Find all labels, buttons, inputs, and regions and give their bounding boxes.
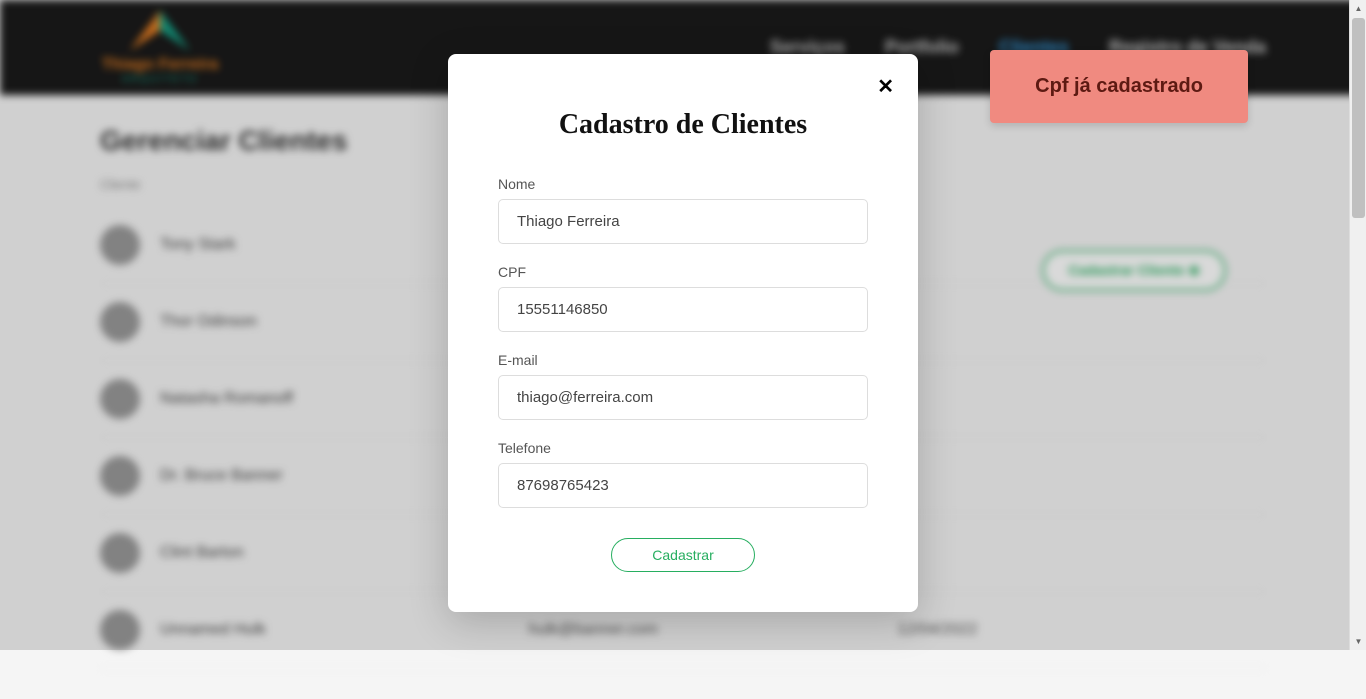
email-input[interactable] (498, 375, 868, 420)
modal-title: Cadastro de Clientes (498, 109, 868, 141)
name-label: Nome (498, 176, 868, 192)
scrollbar[interactable]: ▲ ▼ (1349, 0, 1366, 650)
cpf-label: CPF (498, 264, 868, 280)
phone-input[interactable] (498, 463, 868, 508)
field-cpf: CPF (498, 264, 868, 332)
name-input[interactable] (498, 199, 868, 244)
phone-label: Telefone (498, 440, 868, 456)
close-icon: ✕ (877, 76, 894, 98)
toast-message: Cpf já cadastrado (1035, 75, 1203, 97)
field-name: Nome (498, 176, 868, 244)
submit-button[interactable]: Cadastrar (611, 538, 754, 572)
email-label: E-mail (498, 352, 868, 368)
error-toast: Cpf já cadastrado (990, 50, 1248, 123)
field-email: E-mail (498, 352, 868, 420)
scrollbar-thumb[interactable] (1352, 18, 1365, 218)
register-client-modal: ✕ Cadastro de Clientes Nome CPF E-mail T… (448, 54, 918, 612)
field-phone: Telefone (498, 440, 868, 508)
close-button[interactable]: ✕ (877, 74, 894, 99)
cpf-input[interactable] (498, 287, 868, 332)
scroll-up-icon[interactable]: ▲ (1350, 0, 1366, 17)
scroll-down-icon[interactable]: ▼ (1350, 633, 1366, 650)
